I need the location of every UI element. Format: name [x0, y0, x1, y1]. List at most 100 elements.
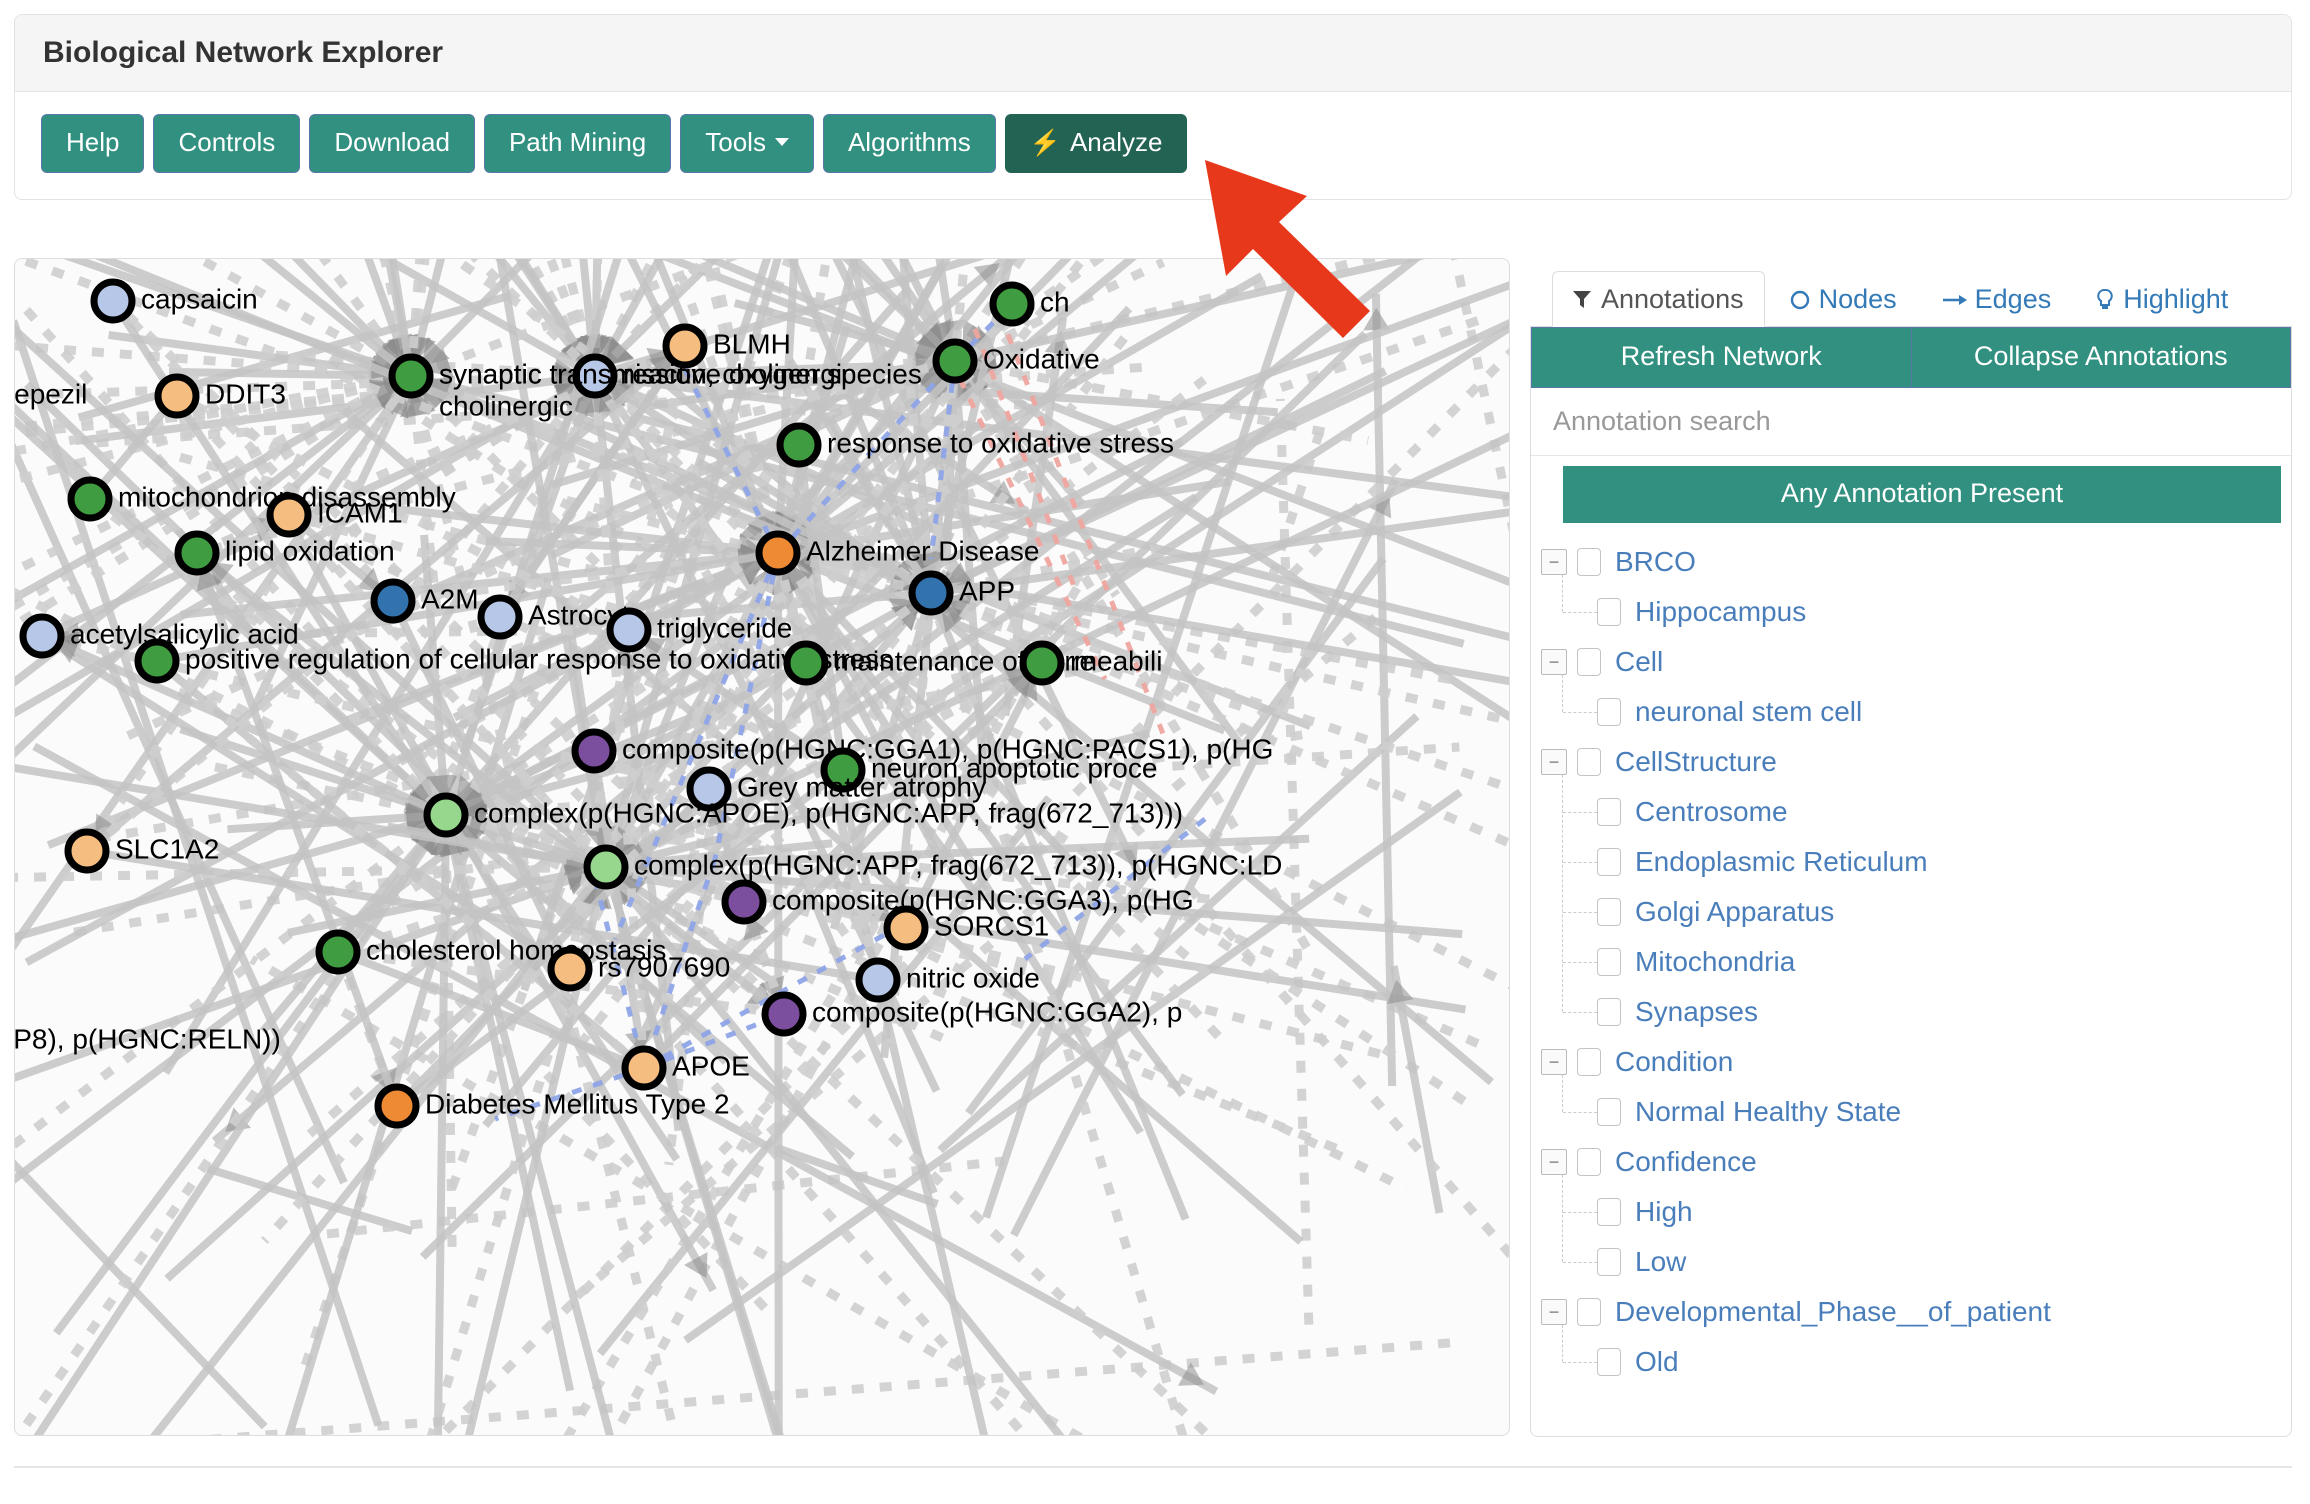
collapse-annotations-button[interactable]: Collapse Annotations — [1912, 327, 2292, 388]
annotation-item-label[interactable]: neuronal stem cell — [1635, 696, 1862, 728]
collapse-toggle-icon[interactable]: − — [1541, 1049, 1567, 1075]
tab-nodes[interactable]: Nodes — [1771, 272, 1917, 326]
toolbar: HelpControlsDownloadPath MiningToolsAlgo… — [15, 92, 2291, 199]
any-annotation-present-button[interactable]: Any Annotation Present — [1563, 466, 2281, 523]
tab-edges[interactable]: Edges — [1923, 272, 2072, 326]
node-label: capsaicin — [141, 283, 258, 314]
annotation-item-checkbox[interactable] — [1597, 998, 1621, 1026]
collapse-toggle-icon[interactable]: − — [1541, 649, 1567, 675]
tree-guide-line — [1563, 1112, 1597, 1113]
annotation-item-label[interactable]: Old — [1635, 1346, 1679, 1378]
node-label: composite(p(HGNC:GGA2), p — [812, 996, 1182, 1027]
annotation-group-label[interactable]: CellStructure — [1615, 746, 1777, 778]
annotation-item-label[interactable]: Endoplasmic Reticulum — [1635, 846, 1928, 878]
panel-tab-bar: AnnotationsNodes Edges Highlight — [1530, 258, 2292, 327]
node-label: lipid oxidation — [225, 535, 395, 566]
path-mining-button[interactable]: Path Mining — [484, 114, 671, 173]
annotation-group-label[interactable]: Confidence — [1615, 1146, 1757, 1178]
help-button[interactable]: Help — [41, 114, 144, 173]
annotation-item-label[interactable]: Golgi Apparatus — [1635, 896, 1834, 928]
annotation-group-label[interactable]: Developmental_Phase__of_patient — [1615, 1296, 2051, 1328]
annotation-group-checkbox[interactable] — [1577, 648, 1601, 676]
annotation-item-row[interactable]: Mitochondria — [1541, 937, 2291, 987]
annotation-item-row[interactable]: Low — [1541, 1237, 2291, 1287]
annotation-item-row[interactable]: Synapses — [1541, 987, 2291, 1037]
annotation-group-row[interactable]: − Developmental_Phase__of_patient — [1541, 1287, 2291, 1337]
annotation-item-row[interactable]: Endoplasmic Reticulum — [1541, 837, 2291, 887]
annotation-item-checkbox[interactable] — [1597, 598, 1621, 626]
network-graph-panel[interactable]: capsaicinonepezilDDIT3BLMHreactive oxyge… — [14, 258, 1510, 1436]
annotation-item-checkbox[interactable] — [1597, 948, 1621, 976]
tree-guide-line — [1563, 862, 1597, 863]
node-label: SORCS1 — [934, 910, 1049, 941]
annotation-children: Old — [1541, 1337, 2291, 1387]
annotation-group-checkbox[interactable] — [1577, 1148, 1601, 1176]
refresh-network-button[interactable]: Refresh Network — [1531, 327, 1912, 388]
annotation-item-row[interactable]: High — [1541, 1187, 2291, 1237]
annotation-children: Normal Healthy State — [1541, 1087, 2291, 1137]
annotation-group-checkbox[interactable] — [1577, 1048, 1601, 1076]
annotation-item-label[interactable]: Synapses — [1635, 996, 1758, 1028]
annotation-item-row[interactable]: Normal Healthy State — [1541, 1087, 2291, 1137]
network-graph-canvas[interactable]: capsaicinonepezilDDIT3BLMHreactive oxyge… — [15, 259, 1510, 1436]
annotation-search-input[interactable] — [1531, 388, 2291, 456]
node-label: response to oxidative stress — [827, 427, 1174, 458]
node-label: complex(p(HGNC:APP, frag(672_713)), p(HG… — [634, 849, 1282, 880]
circle-icon — [1789, 287, 1811, 314]
annotation-item-label[interactable]: Low — [1635, 1246, 1686, 1278]
annotation-children: neuronal stem cell — [1541, 687, 2291, 737]
annotation-item-row[interactable]: Centrosome — [1541, 787, 2291, 837]
download-button[interactable]: Download — [309, 114, 475, 173]
annotation-item-row[interactable]: neuronal stem cell — [1541, 687, 2291, 737]
tree-guide-line — [1563, 1212, 1597, 1213]
page-title: Biological Network Explorer — [43, 36, 2263, 70]
annotation-group-label[interactable]: Condition — [1615, 1046, 1733, 1078]
node-label: triglyceride — [657, 612, 792, 643]
annotation-item-checkbox[interactable] — [1597, 1348, 1621, 1376]
controls-button[interactable]: Controls — [153, 114, 300, 173]
annotation-item-label[interactable]: Normal Healthy State — [1635, 1096, 1901, 1128]
annotation-item-row[interactable]: Golgi Apparatus — [1541, 887, 2291, 937]
annotation-item-checkbox[interactable] — [1597, 1198, 1621, 1226]
collapse-toggle-icon[interactable]: − — [1541, 549, 1567, 575]
collapse-toggle-icon[interactable]: − — [1541, 1149, 1567, 1175]
annotation-group-row[interactable]: − Confidence — [1541, 1137, 2291, 1187]
annotation-group-row[interactable]: − Cell — [1541, 637, 2291, 687]
annotation-item-label[interactable]: Centrosome — [1635, 796, 1788, 828]
node-label: Diabetes Mellitus Type 2 — [425, 1088, 730, 1119]
node-label: ICAM1 — [317, 497, 403, 528]
analyze-button[interactable]: ⚡Analyze — [1005, 114, 1188, 173]
algorithms-button[interactable]: Algorithms — [823, 114, 996, 173]
annotation-group-checkbox[interactable] — [1577, 548, 1601, 576]
annotation-item-label[interactable]: Mitochondria — [1635, 946, 1795, 978]
annotation-item-checkbox[interactable] — [1597, 798, 1621, 826]
annotation-group-label[interactable]: BRCO — [1615, 546, 1696, 578]
annotation-item-row[interactable]: Old — [1541, 1337, 2291, 1387]
tab-highlight[interactable]: Highlight — [2077, 272, 2248, 326]
annotation-item-checkbox[interactable] — [1597, 898, 1621, 926]
annotation-group-checkbox[interactable] — [1577, 748, 1601, 776]
button-label: Analyze — [1070, 127, 1163, 157]
annotation-item-checkbox[interactable] — [1597, 1248, 1621, 1276]
node-label: SLC1A2 — [115, 833, 219, 864]
annotation-group-row[interactable]: − Condition — [1541, 1037, 2291, 1087]
collapse-toggle-icon[interactable]: − — [1541, 1299, 1567, 1325]
annotation-children: Centrosome Endoplasmic Reticulum Golgi App… — [1541, 787, 2291, 1037]
collapse-toggle-icon[interactable]: − — [1541, 749, 1567, 775]
annotation-group-label[interactable]: Cell — [1615, 646, 1663, 678]
annotation-group-row[interactable]: − CellStructure — [1541, 737, 2291, 787]
annotation-item-checkbox[interactable] — [1597, 698, 1621, 726]
tab-label: Edges — [1975, 284, 2052, 314]
arrow-right-icon — [1941, 287, 1967, 314]
annotation-group-row[interactable]: − BRCO — [1541, 537, 2291, 587]
tools-button[interactable]: Tools — [680, 114, 814, 173]
annotation-item-checkbox[interactable] — [1597, 1098, 1621, 1126]
annotation-item-label[interactable]: Hippocampus — [1635, 596, 1806, 628]
annotation-item-label[interactable]: High — [1635, 1196, 1693, 1228]
annotation-item-checkbox[interactable] — [1597, 848, 1621, 876]
node-label: RP8), p(HGNC:RELN)) — [15, 1023, 281, 1054]
tree-guide-line — [1563, 612, 1597, 613]
annotation-item-row[interactable]: Hippocampus — [1541, 587, 2291, 637]
annotation-group-checkbox[interactable] — [1577, 1298, 1601, 1326]
tab-annotations[interactable]: Annotations — [1552, 271, 1765, 327]
